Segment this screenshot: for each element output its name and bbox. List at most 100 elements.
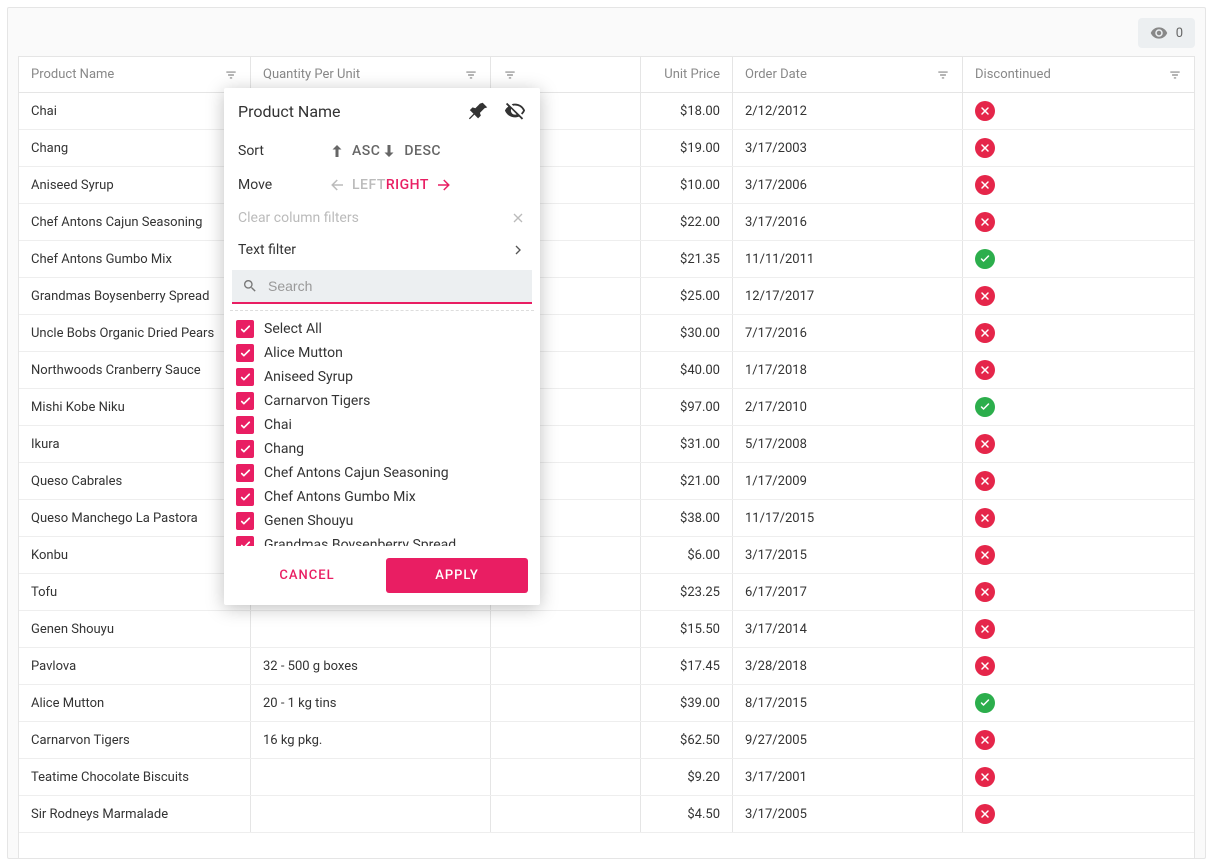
- cell-price: $23.25: [641, 574, 733, 610]
- table-row[interactable]: Teatime Chocolate Biscuits$9.203/17/2001: [19, 759, 1194, 796]
- header-qty[interactable]: Quantity Per Unit: [251, 57, 491, 92]
- check-label: Chef Antons Gumbo Mix: [264, 489, 416, 505]
- cancel-button[interactable]: CANCEL: [236, 558, 378, 593]
- cell-date: 12/17/2017: [733, 278, 963, 314]
- x-circle-icon: [975, 471, 995, 491]
- cell-date: 1/17/2018: [733, 352, 963, 388]
- header-date[interactable]: Order Date: [733, 57, 963, 92]
- text-filter-row[interactable]: Text filter: [224, 234, 540, 266]
- table-row[interactable]: Pavlova32 - 500 g boxes$17.453/28/2018: [19, 648, 1194, 685]
- checkbox-checked-icon: [236, 368, 254, 386]
- table-row[interactable]: Alice Mutton20 - 1 kg tins$39.008/17/201…: [19, 685, 1194, 722]
- cell-name: Tofu: [19, 574, 251, 610]
- table-row[interactable]: Aniseed Syrup$10.003/17/2006: [19, 167, 1194, 204]
- cell-name: Sir Rodneys Marmalade: [19, 796, 251, 832]
- check-label: Carnarvon Tigers: [264, 393, 370, 409]
- cell-price: $62.50: [641, 722, 733, 758]
- header-spacer[interactable]: [491, 57, 641, 92]
- filter-icon[interactable]: [1168, 68, 1182, 82]
- cell-date: 3/17/2016: [733, 204, 963, 240]
- search-box[interactable]: [232, 270, 532, 304]
- filter-check-item[interactable]: Chai: [230, 413, 534, 437]
- filter-icon[interactable]: [224, 68, 238, 82]
- check-label: Alice Mutton: [264, 345, 343, 361]
- filter-check-list[interactable]: Select All Alice Mutton Aniseed Syrup Carna…: [230, 310, 534, 546]
- cell-qty: [251, 796, 491, 832]
- table-row[interactable]: Chang$19.003/17/2003: [19, 130, 1194, 167]
- table-row[interactable]: Ikura$31.005/17/2008: [19, 426, 1194, 463]
- text-filter-label: Text filter: [238, 242, 296, 258]
- cell-date: 7/17/2016: [733, 315, 963, 351]
- table-row[interactable]: Uncle Bobs Organic Dried Pears$30.007/17…: [19, 315, 1194, 352]
- clear-filters-row: Clear column filters: [224, 202, 540, 234]
- filter-icon[interactable]: [936, 68, 950, 82]
- cell-disc: [963, 93, 1194, 129]
- check-label: Chang: [264, 441, 304, 457]
- arrow-left-icon: [328, 176, 346, 194]
- cell-disc: [963, 315, 1194, 351]
- table-row[interactable]: Chef Antons Gumbo Mix$21.3511/11/2011: [19, 241, 1194, 278]
- cell-name: Chai: [19, 93, 251, 129]
- cell-name: Grandmas Boysenberry Spread: [19, 278, 251, 314]
- table-row[interactable]: Tofu $23.256/17/2017: [19, 574, 1194, 611]
- cell-date: 6/17/2017: [733, 574, 963, 610]
- table-row[interactable]: Chai$18.002/12/2012: [19, 93, 1194, 130]
- filter-check-item[interactable]: Chang: [230, 437, 534, 461]
- check-label: Chef Antons Cajun Seasoning: [264, 465, 449, 481]
- filter-check-item[interactable]: Chef Antons Gumbo Mix: [230, 485, 534, 509]
- sort-desc-button[interactable]: DESC: [380, 142, 441, 160]
- filter-check-item[interactable]: Alice Mutton: [230, 341, 534, 365]
- hide-icon[interactable]: [504, 100, 526, 122]
- table-row[interactable]: Queso Manchego La Pastora$38.0011/17/201…: [19, 500, 1194, 537]
- cell-disc: [963, 759, 1194, 795]
- cell-date: 11/11/2011: [733, 241, 963, 277]
- close-icon: [510, 210, 526, 226]
- filter-check-item[interactable]: Genen Shouyu: [230, 509, 534, 533]
- filter-check-item[interactable]: Select All: [230, 317, 534, 341]
- filter-check-item[interactable]: Aniseed Syrup: [230, 365, 534, 389]
- cell-name: Mishi Kobe Niku: [19, 389, 251, 425]
- table-row[interactable]: Konbu$6.003/17/2015: [19, 537, 1194, 574]
- apply-button[interactable]: APPLY: [386, 558, 528, 593]
- filter-icon[interactable]: [464, 68, 478, 82]
- cell-disc: [963, 204, 1194, 240]
- search-input[interactable]: [268, 278, 522, 294]
- cell-price: $25.00: [641, 278, 733, 314]
- filter-check-item[interactable]: Chef Antons Cajun Seasoning: [230, 461, 534, 485]
- header-label: Discontinued: [975, 67, 1051, 82]
- header-label: Quantity Per Unit: [263, 67, 360, 82]
- table-row[interactable]: Carnarvon Tigers16 kg pkg.$62.509/27/200…: [19, 722, 1194, 759]
- cell-date: 9/27/2005: [733, 722, 963, 758]
- pin-icon[interactable]: [468, 100, 490, 122]
- table-row[interactable]: Chef Antons Cajun Seasoning$22.003/17/20…: [19, 204, 1194, 241]
- table-row[interactable]: Genen Shouyu$15.503/17/2014: [19, 611, 1194, 648]
- table-row[interactable]: Queso Cabrales$21.001/17/2009: [19, 463, 1194, 500]
- cell-name: Northwoods Cranberry Sauce: [19, 352, 251, 388]
- cell-price: $31.00: [641, 426, 733, 462]
- sort-asc-button[interactable]: ASC: [328, 142, 380, 160]
- sort-row: Sort ASC DESC: [224, 134, 540, 168]
- move-right-button[interactable]: RIGHT: [386, 176, 453, 194]
- filter-check-item[interactable]: Carnarvon Tigers: [230, 389, 534, 413]
- header-discontinued[interactable]: Discontinued: [963, 57, 1194, 92]
- cell-price: $9.20: [641, 759, 733, 795]
- cell-name: Queso Cabrales: [19, 463, 251, 499]
- filter-check-item[interactable]: Grandmas Boysenberry Spread: [230, 533, 534, 546]
- cell-spacer: [491, 648, 641, 684]
- filter-icon[interactable]: [503, 68, 517, 82]
- hidden-columns-button[interactable]: 0: [1138, 18, 1195, 48]
- table-row[interactable]: Grandmas Boysenberry Spread $25.0012/17/2…: [19, 278, 1194, 315]
- table-row[interactable]: Mishi Kobe Niku$97.002/17/2010: [19, 389, 1194, 426]
- cell-spacer: [491, 722, 641, 758]
- header-product-name[interactable]: Product Name: [19, 57, 251, 92]
- header-price[interactable]: Unit Price: [641, 57, 733, 92]
- cell-spacer: [491, 759, 641, 795]
- table-row[interactable]: Northwoods Cranberry Sauce$40.001/17/201…: [19, 352, 1194, 389]
- cell-price: $10.00: [641, 167, 733, 203]
- chevron-right-icon: [510, 242, 526, 258]
- x-circle-icon: [975, 767, 995, 787]
- cell-price: $21.35: [641, 241, 733, 277]
- table-row[interactable]: Sir Rodneys Marmalade$4.503/17/2005: [19, 796, 1194, 833]
- x-circle-icon: [975, 434, 995, 454]
- cell-name: Konbu: [19, 537, 251, 573]
